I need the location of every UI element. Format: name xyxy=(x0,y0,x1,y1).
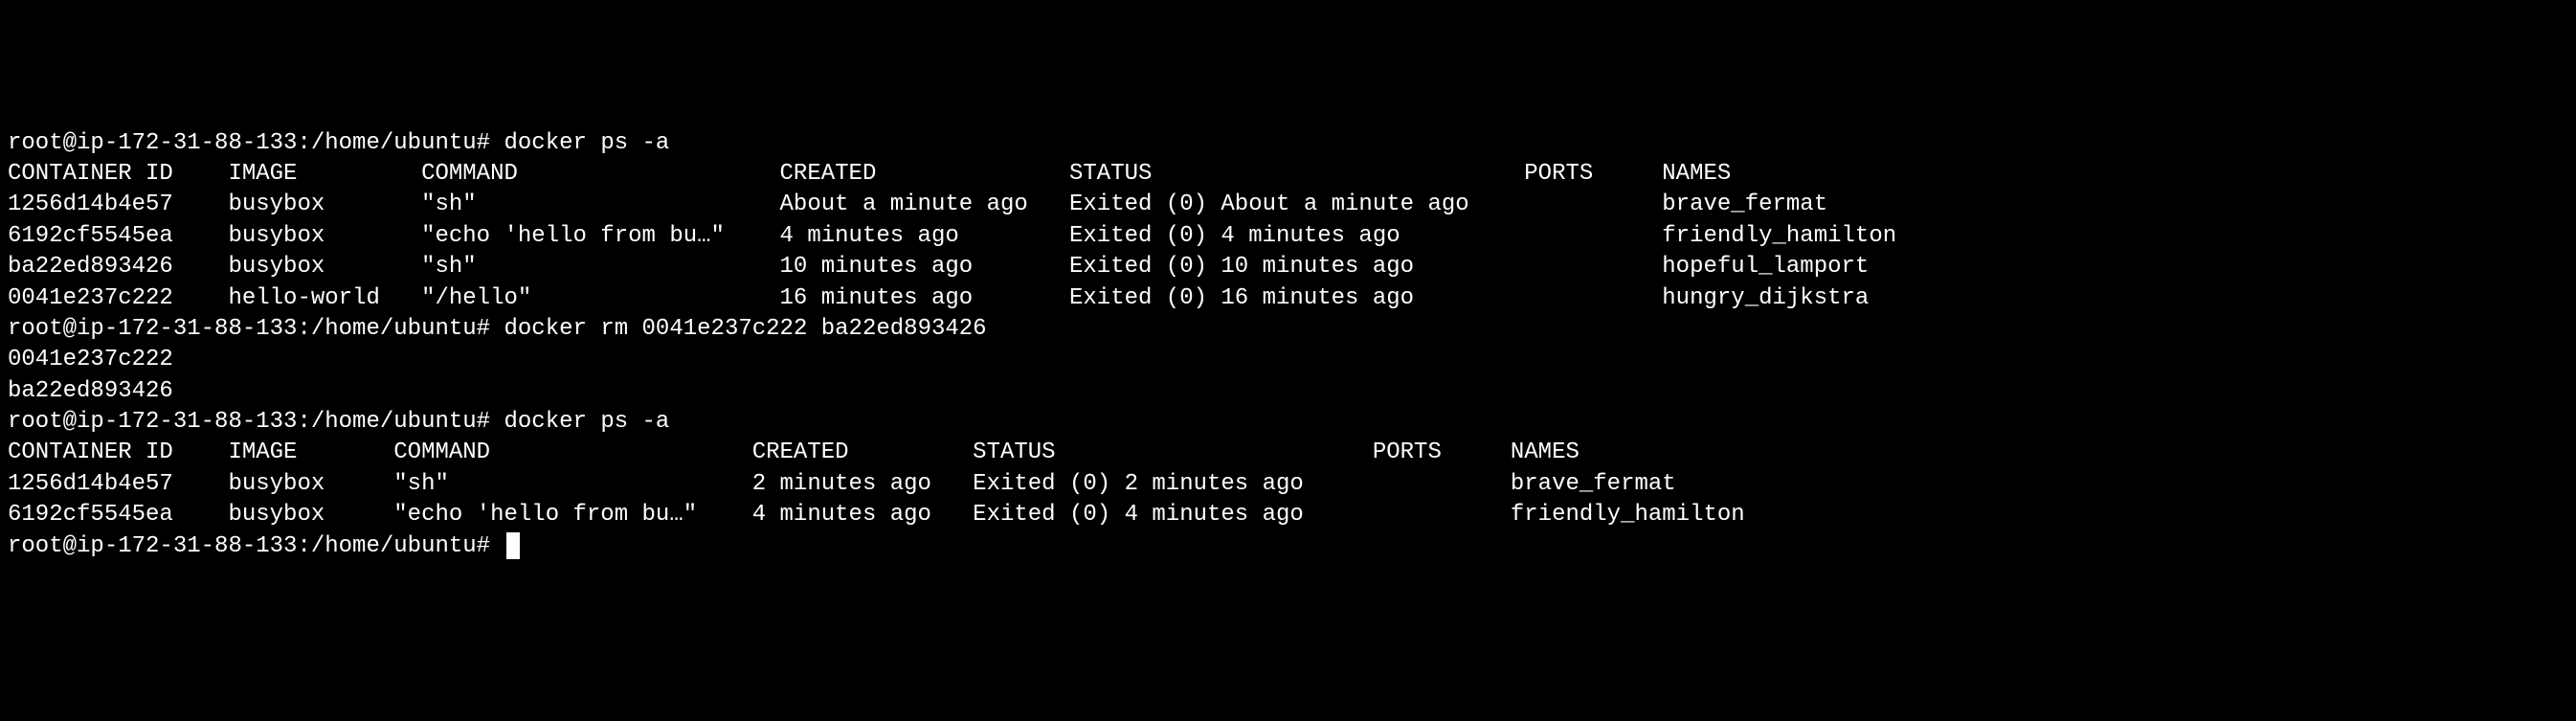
command-output-line: 0041e237c222 xyxy=(8,347,173,372)
shell-prompt: root@ip-172-31-88-133:/home/ubuntu# xyxy=(8,316,490,342)
command-output-table: CONTAINER ID IMAGE COMMAND CREATED STATU… xyxy=(8,161,1896,311)
cursor xyxy=(506,532,520,559)
shell-prompt: root@ip-172-31-88-133:/home/ubuntu# xyxy=(8,409,490,435)
terminal-output[interactable]: root@ip-172-31-88-133:/home/ubuntu# dock… xyxy=(8,128,2568,562)
shell-command: docker rm 0041e237c222 ba22ed893426 xyxy=(504,316,987,342)
shell-prompt: root@ip-172-31-88-133:/home/ubuntu# xyxy=(8,130,490,156)
command-output-table: CONTAINER ID IMAGE COMMAND CREATED STATU… xyxy=(8,439,1745,528)
shell-prompt: root@ip-172-31-88-133:/home/ubuntu# xyxy=(8,533,490,559)
shell-command: docker ps -a xyxy=(504,130,670,156)
shell-command: docker ps -a xyxy=(504,409,670,435)
command-output-line: ba22ed893426 xyxy=(8,378,173,404)
